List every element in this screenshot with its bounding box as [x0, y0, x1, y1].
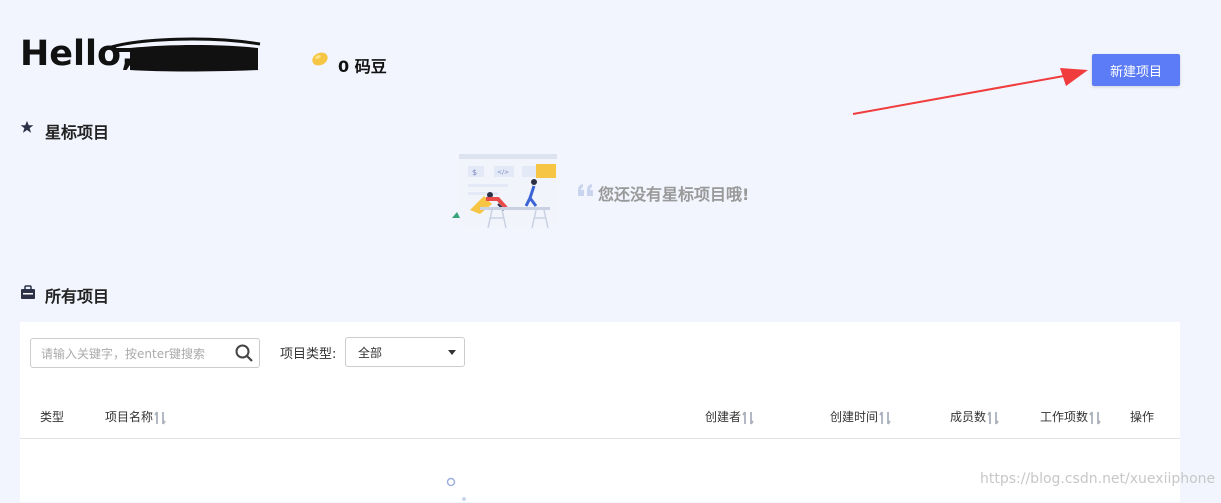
redacted-username-scribble	[107, 37, 261, 72]
briefcase-icon	[21, 285, 35, 299]
column-header-created-time[interactable]: 创建时间	[830, 408, 891, 425]
starred-section-title: 星标项目	[45, 123, 110, 142]
empty-starred-message: 您还没有星标项目哦!	[598, 185, 750, 204]
chevron-down-icon	[448, 350, 456, 355]
table-header-divider	[20, 438, 1180, 439]
svg-text:$: $	[472, 168, 477, 177]
project-type-select[interactable]: 全部	[345, 337, 465, 367]
sort-icon[interactable]	[879, 411, 891, 425]
svg-text:</>: </>	[497, 169, 509, 176]
sort-icon[interactable]	[154, 411, 166, 425]
project-type-value: 全部	[358, 346, 383, 360]
column-header-work-items[interactable]: 工作项数	[1040, 408, 1101, 425]
search-box[interactable]	[30, 338, 260, 368]
watermark-text: https://blog.csdn.net/xuexiiphone	[980, 471, 1216, 487]
sort-icon[interactable]	[987, 411, 999, 425]
loading-spinner-icon	[446, 477, 466, 501]
empty-illustration: $ </>	[452, 154, 557, 229]
annotation-arrow	[852, 68, 1088, 115]
quote-icon	[578, 184, 593, 196]
coin-icon	[312, 52, 328, 66]
project-type-label: 项目类型:	[280, 347, 337, 362]
new-project-button[interactable]: 新建项目	[1092, 54, 1180, 86]
column-header-actions: 操作	[1130, 410, 1155, 424]
column-header-type: 类型	[40, 410, 65, 424]
sort-icon[interactable]	[742, 411, 754, 425]
search-input[interactable]	[39, 341, 228, 367]
coin-balance: 0 码豆	[338, 57, 387, 76]
search-icon[interactable]	[235, 344, 253, 362]
column-header-name[interactable]: 项目名称	[105, 408, 166, 425]
column-header-members[interactable]: 成员数	[950, 408, 999, 425]
all-projects-section-title: 所有项目	[45, 287, 110, 306]
star-icon	[20, 120, 34, 133]
column-header-creator[interactable]: 创建者	[705, 408, 754, 425]
sort-icon[interactable]	[1089, 411, 1101, 425]
